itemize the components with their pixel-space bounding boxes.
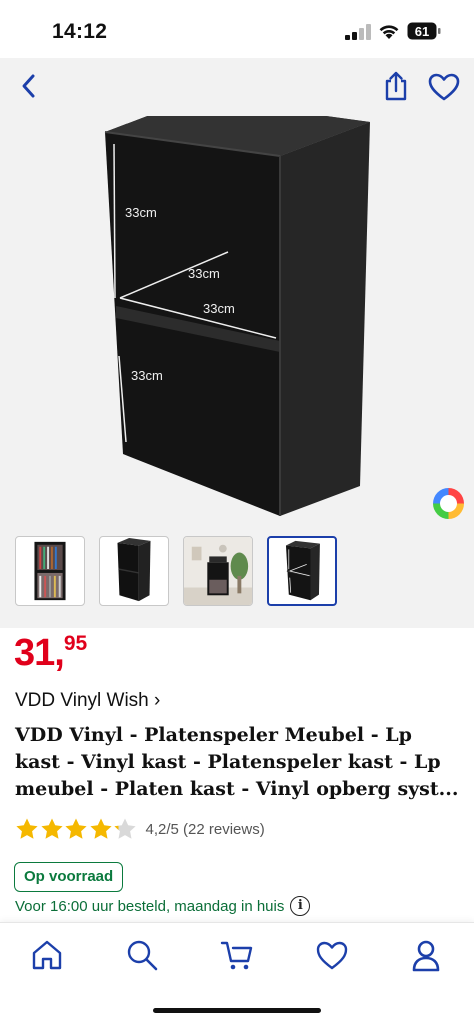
gallery-thumbnail-active[interactable] [267, 536, 337, 606]
back-chevron-icon[interactable] [18, 73, 40, 99]
thumbnail-image [184, 537, 252, 605]
product-price: 31,95 [14, 632, 87, 675]
star-icon [65, 818, 87, 839]
dimension-label: 33cm [203, 301, 235, 316]
stock-badge: Op voorraad [14, 862, 124, 892]
color-picker-button[interactable] [433, 488, 464, 519]
battery-level: 61 [415, 24, 429, 39]
heart-icon[interactable] [427, 72, 461, 102]
dimension-label: 33cm [188, 266, 220, 281]
search-icon[interactable] [124, 937, 160, 973]
gallery-thumbnail[interactable] [183, 536, 253, 606]
star-icon [89, 818, 112, 839]
price-main: 31, [14, 632, 65, 674]
delivery-text: Voor 16:00 uur besteld, maandag in huis [15, 897, 285, 915]
product-rating[interactable]: 4,2/5 (22 reviews) [15, 816, 265, 842]
home-indicator [153, 1008, 321, 1013]
star-icon [16, 818, 38, 839]
dimension-label: 33cm [125, 205, 157, 220]
gallery-thumbnail[interactable] [99, 536, 169, 606]
battery-icon: 61 [407, 22, 441, 40]
heart-icon[interactable] [314, 937, 350, 973]
status-bar: 14:12 61 [0, 0, 474, 58]
thumbnail-image [34, 541, 66, 601]
user-icon[interactable] [408, 937, 444, 973]
price-cents: 95 [63, 632, 88, 655]
gallery-thumbnail[interactable] [15, 536, 85, 606]
brand-name: VDD Vinyl Wish [15, 690, 149, 711]
cart-icon[interactable] [219, 937, 255, 973]
cellular-signal-icon [345, 24, 371, 40]
chevron-right-icon: › [154, 690, 161, 711]
star-rating [15, 817, 138, 841]
thumbnail-image [117, 537, 151, 602]
wifi-icon [379, 25, 399, 39]
brand-link[interactable]: VDD Vinyl Wish › [15, 690, 160, 712]
info-icon[interactable]: i [290, 896, 311, 916]
product-title: VDD Vinyl - Platenspeler Meubel - Lp kas… [15, 724, 459, 800]
share-icon[interactable] [381, 70, 411, 102]
status-time: 14:12 [52, 20, 108, 43]
home-icon[interactable] [29, 937, 65, 973]
star-icon [40, 818, 63, 839]
dimension-label: 33cm [131, 368, 163, 383]
delivery-info: Voor 16:00 uur besteld, maandag in huis … [15, 896, 311, 916]
rating-text: 4,2/5 (22 reviews) [145, 820, 265, 838]
star-icon [114, 818, 136, 839]
product-image: 33cm 33cm 33cm 33cm [104, 116, 370, 516]
thumbnail-image [285, 540, 320, 601]
product-gallery[interactable]: 33cm 33cm 33cm 33cm [0, 58, 474, 628]
